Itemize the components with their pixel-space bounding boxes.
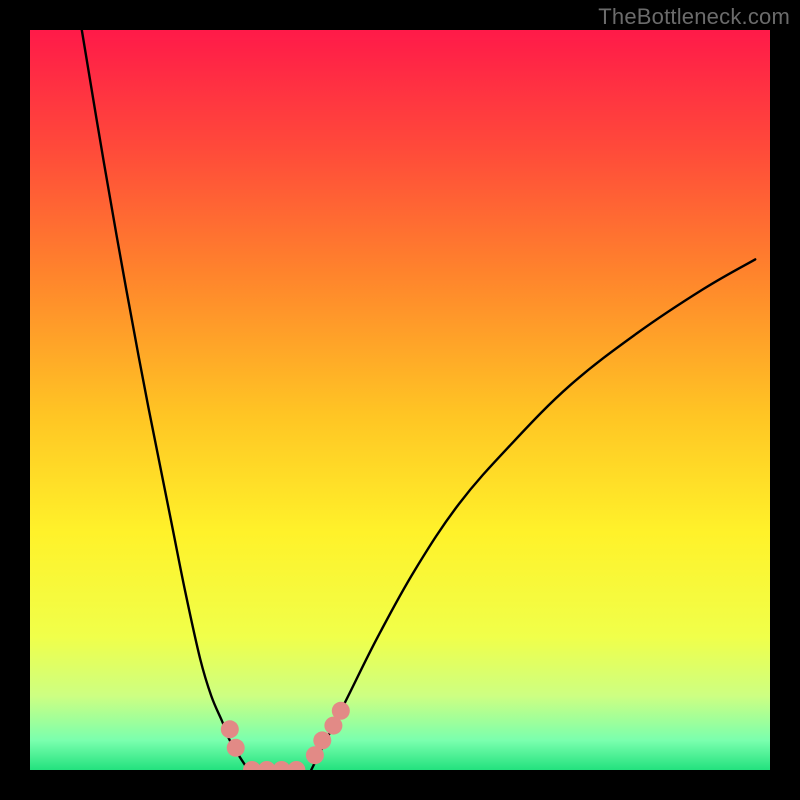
highlight-dot [332,702,350,720]
highlight-dot [313,731,331,749]
highlight-dot [287,761,305,779]
highlight-dot [227,739,245,757]
gradient-background [30,30,770,770]
chart-frame: TheBottleneck.com [0,0,800,800]
highlight-dot [221,720,239,738]
bottleneck-chart [0,0,800,800]
